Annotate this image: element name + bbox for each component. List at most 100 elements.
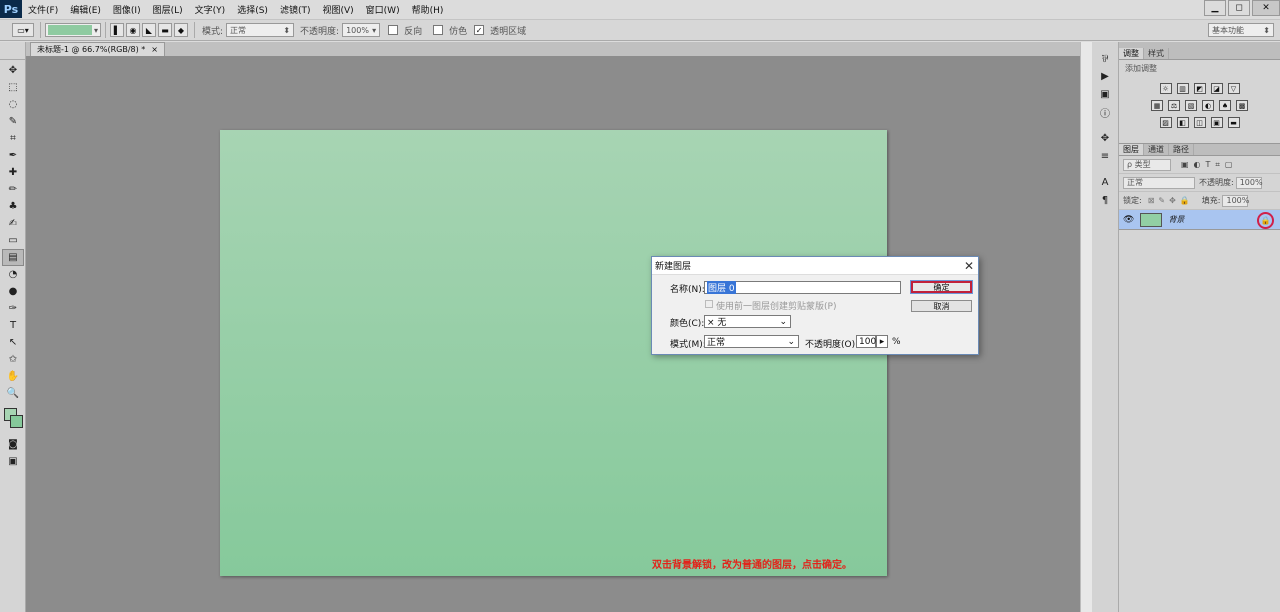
vertical-scrollbar[interactable] (1080, 42, 1092, 612)
stamp-tool-icon[interactable]: ♣ (2, 198, 24, 215)
document-tab[interactable]: 未标题-1 @ 66.7%(RGB/8) * × (30, 42, 165, 56)
menu-view[interactable]: 视图(V) (316, 3, 359, 16)
diamond-gradient-icon[interactable]: ◆ (174, 23, 188, 37)
quick-select-tool-icon[interactable]: ✎ (2, 113, 24, 130)
cancel-button[interactable]: 取消 (911, 300, 972, 312)
screen-mode-icon[interactable]: ▣ (2, 453, 24, 470)
shape-tool-icon[interactable]: ✩ (2, 351, 24, 368)
actions-icon[interactable]: ▶ (1095, 68, 1115, 84)
minimize-button[interactable]: ▁ (1204, 0, 1226, 16)
adjustment-icon[interactable]: ◩ (1193, 83, 1206, 94)
close-window-button[interactable]: ✕ (1252, 0, 1280, 16)
adjustment-icon[interactable]: ☼ (1159, 83, 1172, 94)
tab-adjustments[interactable]: 调整 (1119, 48, 1144, 59)
opacity-slider-arrow-icon[interactable]: ▸ (876, 335, 888, 348)
adjustment-icon[interactable]: ◪ (1210, 83, 1223, 94)
gradient-picker[interactable]: ▾ (45, 23, 101, 37)
adjustment-icon[interactable]: ▧ (1185, 100, 1197, 111)
background-color[interactable] (10, 415, 23, 428)
adjustment-icon[interactable]: ◫ (1193, 117, 1206, 128)
maximize-button[interactable]: ◻ (1228, 0, 1250, 16)
move-tool-icon[interactable]: ✥ (2, 62, 24, 79)
hand-tool-icon[interactable]: ✋ (2, 368, 24, 385)
adjustment-icon[interactable]: ◧ (1176, 117, 1189, 128)
history-icon[interactable]: ⅌ (1095, 50, 1115, 66)
layer-opacity-input[interactable]: 100% (1235, 176, 1263, 189)
adjustment-icon[interactable]: ▬ (1227, 117, 1240, 128)
opacity-input[interactable]: 100 (856, 335, 876, 348)
angle-gradient-icon[interactable]: ◣ (142, 23, 156, 37)
layer-lock-icon[interactable]: 🔒 (1257, 212, 1274, 229)
eraser-tool-icon[interactable]: ▭ (2, 232, 24, 249)
blur-tool-icon[interactable]: ◔ (2, 266, 24, 283)
filter-icons[interactable]: ▣◐T⌗▢ (1181, 160, 1238, 170)
crop-tool-icon[interactable]: ⌗ (2, 130, 24, 147)
ok-button[interactable]: 确定 (910, 280, 973, 294)
blend-mode-select[interactable]: 正常 ⌄ (704, 335, 799, 348)
pen-tool-icon[interactable]: ✑ (2, 300, 24, 317)
menu-layer[interactable]: 图层(L) (147, 3, 189, 16)
tool-preset-picker[interactable]: ▭▾ (12, 23, 34, 37)
adjustment-icon[interactable]: ▦ (1151, 100, 1163, 111)
menu-edit[interactable]: 编辑(E) (64, 3, 107, 16)
dither-checkbox[interactable] (433, 25, 444, 35)
linear-gradient-icon[interactable]: ▌ (110, 23, 124, 37)
radial-gradient-icon[interactable]: ◉ (126, 23, 140, 37)
lasso-tool-icon[interactable]: ◌ (2, 96, 24, 113)
color-swatches[interactable] (2, 406, 24, 432)
brush-tool-icon[interactable]: ✏ (2, 181, 24, 198)
visibility-eye-icon[interactable]: 👁 (1123, 215, 1134, 225)
quick-mask-icon[interactable]: ◙ (2, 436, 24, 453)
tab-styles[interactable]: 样式 (1144, 48, 1169, 59)
blend-mode-select[interactable]: 正常 (1123, 176, 1195, 189)
layer-name-input[interactable]: 图层 0 (704, 281, 901, 294)
toolbar-grip[interactable] (0, 42, 25, 60)
close-tab-icon[interactable]: × (151, 45, 158, 54)
gradient-tool-icon[interactable]: ▤ (2, 249, 24, 266)
tab-paths[interactable]: 路径 (1169, 144, 1194, 155)
fill-input[interactable]: 100% (1222, 194, 1249, 207)
reverse-checkbox[interactable] (388, 25, 399, 35)
marquee-tool-icon[interactable]: ⬚ (2, 79, 24, 96)
opacity-input[interactable]: 100% ▾ (342, 23, 381, 37)
adjustment-icon[interactable]: ▥ (1176, 83, 1189, 94)
adjustment-icon[interactable]: ⚖ (1168, 100, 1180, 111)
transparency-checkbox[interactable]: ✓ (474, 25, 485, 35)
dodge-tool-icon[interactable]: ● (2, 283, 24, 300)
type-tool-icon[interactable]: T (2, 317, 24, 334)
adjustment-icon[interactable]: ▽ (1227, 83, 1240, 94)
menu-filter[interactable]: 滤镜(T) (274, 3, 317, 16)
healing-brush-icon[interactable]: ✚ (2, 164, 24, 181)
clip-mask-checkbox[interactable] (705, 300, 713, 308)
menu-window[interactable]: 窗口(W) (360, 3, 406, 16)
dialog-close-icon[interactable]: ✕ (964, 259, 974, 273)
workspace-select[interactable]: 基本功能 ⬍ (1208, 23, 1274, 37)
layer-filter-select[interactable]: ρ 类型 (1123, 158, 1171, 171)
history-brush-icon[interactable]: ✍ (2, 215, 24, 232)
menu-select[interactable]: 选择(S) (231, 3, 274, 16)
character-icon[interactable]: A (1095, 174, 1115, 190)
adjustment-icon[interactable]: ▩ (1236, 100, 1248, 111)
brush-presets-icon[interactable]: ✥ (1095, 130, 1115, 146)
tab-layers[interactable]: 图层 (1119, 144, 1144, 155)
navigator-icon[interactable]: ▣ (1095, 86, 1115, 102)
adjustment-icon[interactable]: ♠ (1219, 100, 1231, 111)
layer-background-row[interactable]: 👁 背景 🔒 (1119, 210, 1280, 230)
reflected-gradient-icon[interactable]: ▬ (158, 23, 172, 37)
menu-image[interactable]: 图像(I) (107, 3, 147, 16)
menu-help[interactable]: 帮助(H) (406, 3, 450, 16)
brush-panel-icon[interactable]: ≡ (1095, 148, 1115, 164)
eyedropper-tool-icon[interactable]: ✒ (2, 147, 24, 164)
adjustment-icon[interactable]: ▣ (1210, 117, 1223, 128)
adjustment-icon[interactable]: ◐ (1202, 100, 1214, 111)
path-select-icon[interactable]: ↖ (2, 334, 24, 351)
tab-channels[interactable]: 通道 (1144, 144, 1169, 155)
lock-options-icons[interactable]: ⊠✎✥🔒 (1148, 196, 1194, 205)
paragraph-icon[interactable]: ¶ (1095, 192, 1115, 208)
color-select[interactable]: × 无 ⌄ (704, 315, 791, 328)
zoom-tool-icon[interactable]: 🔍 (2, 385, 24, 402)
menu-type[interactable]: 文字(Y) (189, 3, 232, 16)
menu-file[interactable]: 文件(F) (22, 3, 64, 16)
info-icon[interactable]: ⓘ (1095, 104, 1115, 120)
adjustment-icon[interactable]: ▨ (1159, 117, 1172, 128)
